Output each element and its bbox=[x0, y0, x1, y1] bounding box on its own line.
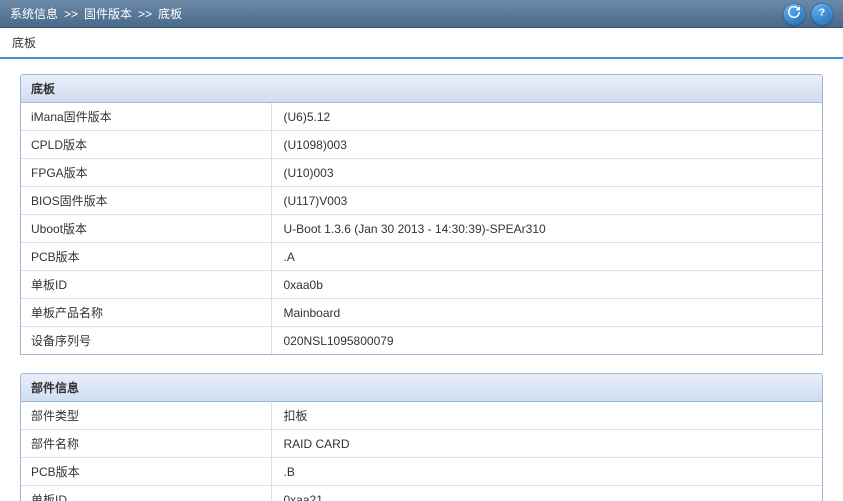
sub-header: 底板 bbox=[0, 28, 843, 59]
row-label: 部件类型 bbox=[21, 402, 271, 430]
table-row: PCB版本 .A bbox=[21, 243, 822, 271]
panel-baseboard-header: 底板 bbox=[21, 75, 822, 103]
row-label: BIOS固件版本 bbox=[21, 187, 271, 215]
row-value: 0xaa0b bbox=[271, 271, 822, 299]
svg-text:?: ? bbox=[819, 7, 825, 19]
content-area: 底板 iMana固件版本 (U6)5.12 CPLD版本 (U1098)003 … bbox=[0, 59, 843, 501]
row-label: CPLD版本 bbox=[21, 131, 271, 159]
row-value: RAID CARD bbox=[271, 430, 822, 458]
row-value: .B bbox=[271, 458, 822, 486]
table-row: 单板产品名称 Mainboard bbox=[21, 299, 822, 327]
row-value: Mainboard bbox=[271, 299, 822, 327]
row-value: (U6)5.12 bbox=[271, 103, 822, 131]
row-value: U-Boot 1.3.6 (Jan 30 2013 - 14:30:39)-SP… bbox=[271, 215, 822, 243]
row-label: PCB版本 bbox=[21, 458, 271, 486]
table-row: 部件名称 RAID CARD bbox=[21, 430, 822, 458]
panel-baseboard: 底板 iMana固件版本 (U6)5.12 CPLD版本 (U1098)003 … bbox=[20, 74, 823, 355]
table-row: 设备序列号 020NSL1095800079 bbox=[21, 327, 822, 355]
table-row: BIOS固件版本 (U117)V003 bbox=[21, 187, 822, 215]
row-value: 0xaa21 bbox=[271, 486, 822, 501]
row-value: 020NSL1095800079 bbox=[271, 327, 822, 355]
table-row: iMana固件版本 (U6)5.12 bbox=[21, 103, 822, 131]
row-value: (U10)003 bbox=[271, 159, 822, 187]
help-icon: ? bbox=[815, 5, 829, 22]
header-actions: ? bbox=[783, 3, 833, 25]
refresh-icon bbox=[787, 5, 801, 22]
breadcrumb-item-2[interactable]: 固件版本 bbox=[84, 5, 132, 22]
breadcrumb: 系统信息 >> 固件版本 >> 底板 bbox=[10, 5, 182, 22]
table-row: FPGA版本 (U10)003 bbox=[21, 159, 822, 187]
row-value: (U1098)003 bbox=[271, 131, 822, 159]
row-label: PCB版本 bbox=[21, 243, 271, 271]
table-row: CPLD版本 (U1098)003 bbox=[21, 131, 822, 159]
baseboard-table: iMana固件版本 (U6)5.12 CPLD版本 (U1098)003 FPG… bbox=[21, 103, 822, 354]
row-label: iMana固件版本 bbox=[21, 103, 271, 131]
table-row: 单板ID 0xaa21 bbox=[21, 486, 822, 501]
help-button[interactable]: ? bbox=[811, 3, 833, 25]
row-label: 单板ID bbox=[21, 271, 271, 299]
row-label: 单板ID bbox=[21, 486, 271, 501]
row-value: (U117)V003 bbox=[271, 187, 822, 215]
row-label: 设备序列号 bbox=[21, 327, 271, 355]
breadcrumb-sep-1: >> bbox=[64, 7, 78, 21]
panel-component: 部件信息 部件类型 扣板 部件名称 RAID CARD PCB版本 .B 单板I… bbox=[20, 373, 823, 501]
row-value: 扣板 bbox=[271, 402, 822, 430]
breadcrumb-item-1[interactable]: 系统信息 bbox=[10, 5, 58, 22]
component-table: 部件类型 扣板 部件名称 RAID CARD PCB版本 .B 单板ID 0xa… bbox=[21, 402, 822, 501]
table-row: PCB版本 .B bbox=[21, 458, 822, 486]
panel-component-header: 部件信息 bbox=[21, 374, 822, 402]
row-label: 单板产品名称 bbox=[21, 299, 271, 327]
row-value: .A bbox=[271, 243, 822, 271]
breadcrumb-item-3[interactable]: 底板 bbox=[158, 5, 182, 22]
breadcrumb-sep-2: >> bbox=[138, 7, 152, 21]
header-bar: 系统信息 >> 固件版本 >> 底板 ? bbox=[0, 0, 843, 28]
table-row: 部件类型 扣板 bbox=[21, 402, 822, 430]
row-label: 部件名称 bbox=[21, 430, 271, 458]
refresh-button[interactable] bbox=[783, 3, 805, 25]
table-row: 单板ID 0xaa0b bbox=[21, 271, 822, 299]
table-row: Uboot版本 U-Boot 1.3.6 (Jan 30 2013 - 14:3… bbox=[21, 215, 822, 243]
sub-header-title: 底板 bbox=[12, 36, 36, 50]
row-label: Uboot版本 bbox=[21, 215, 271, 243]
row-label: FPGA版本 bbox=[21, 159, 271, 187]
